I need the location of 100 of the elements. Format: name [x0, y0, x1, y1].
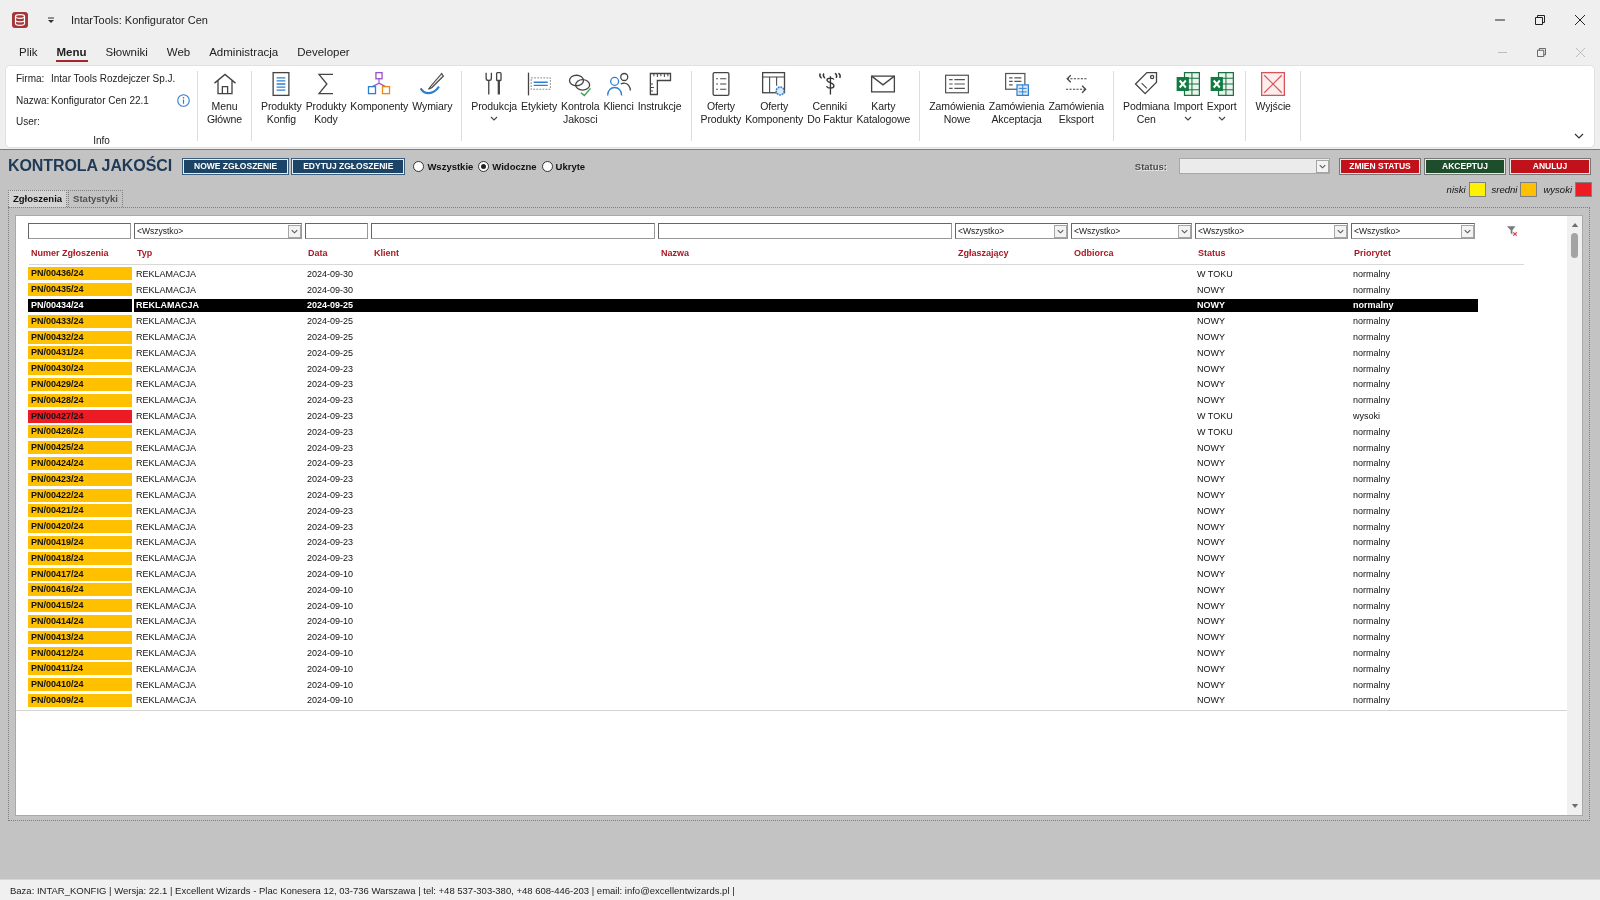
ribbon-button[interactable]: Produkty Konfig — [259, 66, 304, 128]
ticket-number-cell[interactable]: PN/00434/24 — [28, 299, 132, 312]
scroll-down-icon[interactable] — [1570, 803, 1579, 810]
ticket-number-cell[interactable]: PN/00432/24 — [28, 330, 132, 344]
ribbon-button[interactable]: Wymiary — [410, 66, 455, 115]
ticket-number-cell[interactable]: PN/00431/24 — [28, 346, 132, 360]
column-header[interactable]: Odbiorca — [1072, 248, 1196, 258]
scrollbar-thumb[interactable] — [1571, 233, 1578, 258]
column-header[interactable]: Klient — [372, 248, 659, 258]
menu-tab[interactable]: Słowniki — [104, 42, 149, 62]
ticket-number-cell[interactable]: PN/00412/24 — [28, 646, 132, 660]
ribbon-button[interactable]: Import — [1171, 66, 1205, 123]
tab[interactable]: Statystyki — [68, 190, 123, 207]
column-header[interactable]: Status — [1196, 248, 1352, 258]
ribbon-button[interactable]: Oferty Komponenty — [743, 66, 806, 128]
filter-dropdown[interactable]: <Wszystko> — [1071, 223, 1192, 239]
column-header[interactable]: Data — [306, 248, 372, 258]
table-cell-text: 2024-09-23 — [306, 458, 355, 469]
ribbon-button[interactable]: Wyjście — [1253, 66, 1293, 115]
status-action-button[interactable]: AKCEPTUJ — [1425, 158, 1505, 174]
action-button[interactable]: EDYTUJ ZGŁOSZENIE — [292, 158, 405, 174]
filter-dropdown[interactable]: <Wszystko> — [134, 223, 302, 239]
close-icon[interactable] — [1575, 15, 1585, 25]
radio-option[interactable]: Ukryte — [541, 160, 586, 172]
ribbon-button[interactable]: Export — [1204, 66, 1239, 123]
ticket-number-cell[interactable]: PN/00425/24 — [28, 441, 132, 455]
radio-icon[interactable] — [413, 160, 425, 172]
ribbon-button[interactable]: Zamówienia Nowe — [927, 66, 987, 128]
ribbon-button[interactable]: Cenniki Do Faktur — [805, 66, 855, 128]
ticket-number-cell[interactable]: PN/00418/24 — [28, 551, 132, 565]
ticket-number-cell[interactable]: PN/00426/24 — [28, 425, 132, 439]
status-action-button[interactable]: ANULUJ — [1510, 158, 1590, 174]
radio-option[interactable]: Widoczne — [478, 160, 537, 172]
ribbon-button[interactable]: Komponenty — [348, 66, 411, 115]
ticket-number-cell[interactable]: PN/00428/24 — [28, 393, 132, 407]
status-action-button[interactable]: ZMIEN STATUS — [1340, 158, 1420, 174]
radio-icon[interactable] — [541, 160, 553, 172]
menu-tab[interactable]: Administracja — [208, 42, 280, 62]
ticket-number-cell[interactable]: PN/00413/24 — [28, 630, 132, 644]
ribbon-button[interactable]: Produkty Kody — [303, 66, 349, 128]
ticket-number-cell[interactable]: PN/00414/24 — [28, 614, 132, 628]
ribbon-button[interactable]: Zamówienia Eksport — [1046, 66, 1107, 128]
ticket-number-cell[interactable]: PN/00420/24 — [28, 520, 132, 534]
ticket-number-cell[interactable]: PN/00421/24 — [28, 504, 132, 518]
menu-tab[interactable]: Plik — [18, 42, 39, 62]
ticket-number-cell[interactable]: PN/00419/24 — [28, 535, 132, 549]
filter-field[interactable] — [658, 223, 952, 239]
ticket-number-cell[interactable]: PN/00411/24 — [28, 662, 132, 676]
ticket-number-cell[interactable]: PN/00417/24 — [28, 567, 132, 581]
ribbon-button[interactable]: Klienci — [601, 66, 636, 115]
ticket-number-cell[interactable]: PN/00427/24 — [28, 409, 132, 423]
ribbon-button[interactable]: Kontrola Jakosci — [559, 66, 602, 128]
ticket-number-cell[interactable]: PN/00433/24 — [28, 314, 132, 328]
filter-field[interactable] — [28, 223, 131, 239]
ticket-number-cell[interactable]: PN/00416/24 — [28, 583, 132, 597]
restore-icon[interactable] — [1535, 15, 1545, 25]
filter-dropdown[interactable]: <Wszystko> — [1351, 223, 1475, 239]
selected-row-highlight[interactable]: REKLAMACJA 2024-09-25 NOWY normalny — [134, 299, 1478, 312]
status-text: Baza: INTAR_KONFIG | Wersja: 22.1 | Excellent Wizards - Plac Konesera 12, 03-736 Warszawa | tel: +48 537-303-380, +48 608-446-203 | email: info@excellentwizards.pl | — [10, 884, 735, 896]
ribbon-button[interactable]: Karty Katalogowe — [854, 66, 913, 128]
column-header[interactable]: Zgłaszający — [956, 248, 1072, 258]
ribbon-button[interactable]: Podmiana Cen — [1121, 66, 1172, 128]
ribbon-button[interactable]: Zamówienia Akceptacja — [986, 66, 1047, 128]
filter-dropdown[interactable]: <Wszystko> — [1195, 223, 1348, 239]
ribbon-button[interactable]: Etykiety — [519, 66, 560, 115]
ribbon-button[interactable]: Oferty Produkty — [698, 66, 744, 128]
ribbon-button[interactable]: Menu Główne — [205, 66, 244, 128]
ticket-number-cell[interactable]: PN/00415/24 — [28, 599, 132, 613]
ticket-number-cell[interactable]: PN/00409/24 — [28, 693, 132, 707]
scroll-up-icon[interactable] — [1570, 221, 1579, 228]
info-icon[interactable] — [177, 93, 190, 107]
filter-field[interactable] — [305, 223, 368, 239]
chevron-down-icon[interactable] — [1574, 133, 1584, 139]
ticket-number-cell[interactable]: PN/00429/24 — [28, 377, 132, 391]
menu-tab[interactable]: Developer — [296, 42, 351, 62]
ticket-number-cell[interactable]: PN/00424/24 — [28, 456, 132, 470]
caret-icon[interactable] — [47, 16, 55, 24]
ribbon-button[interactable]: Produkcja — [469, 66, 520, 123]
column-header[interactable]: Nazwa — [659, 248, 956, 258]
table-cell-text: NOWY — [1196, 537, 1226, 548]
menu-tab[interactable]: Web — [165, 42, 192, 62]
clear-filter-icon[interactable] — [1506, 225, 1518, 237]
action-button[interactable]: NOWE ZGŁOSZENIE — [183, 158, 289, 174]
column-header[interactable]: Numer Zgłoszenia — [29, 248, 135, 258]
radio-icon[interactable] — [478, 160, 490, 172]
filter-field[interactable] — [371, 223, 655, 239]
column-header[interactable]: Typ — [135, 248, 306, 258]
tab[interactable]: Zgłoszenia — [8, 190, 68, 207]
radio-option[interactable]: Wszystkie — [413, 160, 474, 172]
scrollbar-track[interactable] — [1567, 216, 1582, 815]
ticket-number-cell[interactable]: PN/00430/24 — [28, 362, 132, 376]
ticket-number-cell[interactable]: PN/00436/24 — [28, 267, 132, 281]
filter-dropdown[interactable]: <Wszystko> — [955, 223, 1068, 239]
ticket-number-cell[interactable]: PN/00422/24 — [28, 488, 132, 502]
menu-tab[interactable]: Menu — [55, 42, 88, 62]
ticket-number-cell[interactable]: PN/00435/24 — [28, 283, 132, 297]
ticket-number-cell[interactable]: PN/00423/24 — [28, 472, 132, 486]
ribbon-button[interactable]: Instrukcje — [635, 66, 684, 115]
ticket-number-cell[interactable]: PN/00410/24 — [28, 678, 132, 692]
column-header[interactable]: Priorytet — [1352, 248, 1479, 258]
